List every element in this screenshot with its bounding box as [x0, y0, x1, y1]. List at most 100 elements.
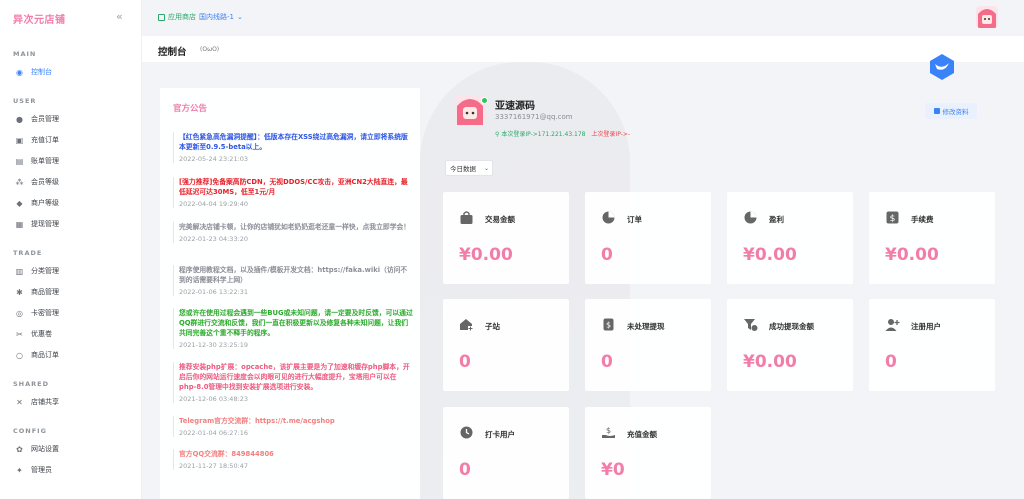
stat-label: 打卡用户 — [485, 430, 515, 439]
stat-label: 充值金额 — [627, 430, 657, 439]
edit-profile-button[interactable]: 修改资料 — [925, 103, 977, 119]
announcement-item[interactable]: 您或许在使用过程会遇到一些BUG或未知问题，请一定要及时反馈，可以通过QQ群进行… — [173, 308, 413, 349]
location-icon: ⚲ — [495, 131, 500, 138]
sidebar-item-coupons[interactable]: ✂ 优惠卷 — [15, 327, 52, 341]
sidebar-section-trade: TRADE — [13, 249, 43, 257]
double-chevron-left-icon[interactable]: « — [116, 10, 123, 23]
sidebar-item-member-levels[interactable]: ⁂ 会员等级 — [15, 175, 60, 189]
card-icon: ◎ — [16, 308, 23, 318]
profile-email: 3337161971@qq.com — [495, 113, 573, 121]
announcement-text: 官方QQ交流群：849844806 — [179, 450, 274, 458]
profile-name: 亚速源码 — [495, 101, 535, 112]
sidebar-item-goods[interactable]: ✱ 商品管理 — [15, 285, 59, 299]
user-icon: ● — [16, 114, 23, 124]
announcement-date: 2021-12-30 23:25:19 — [179, 341, 249, 349]
date-range-select[interactable]: 今日数据 ⌄ — [445, 160, 493, 176]
sidebar-item-label: 卡密管理 — [31, 309, 59, 317]
category-icon: ▥ — [15, 266, 24, 276]
page-title: 控制台 — [158, 47, 187, 58]
svg-text:$: $ — [890, 214, 896, 224]
chevron-down-icon: ⌄ — [484, 164, 490, 172]
sidebar-item-goods-orders[interactable]: ○ 商品订单 — [15, 348, 59, 362]
edit-icon — [933, 108, 940, 114]
announcement-item[interactable]: 程序使用教程文档，以及插件/模板开发文档：https://faka.wiki（访… — [173, 265, 413, 296]
sidebar-item-members[interactable]: ● 会员管理 — [15, 112, 59, 126]
edit-profile-label: 修改资料 — [942, 108, 969, 116]
stat-value: ¥0.00 — [743, 245, 797, 265]
sidebar-item-label: 分类管理 — [31, 267, 59, 275]
dashboard-icon: ◉ — [16, 67, 23, 77]
stat-value: 0 — [601, 352, 613, 372]
sidebar-section-user: USER — [13, 97, 37, 105]
avatar[interactable] — [976, 6, 998, 28]
stat-card-registered-users: 注册用户 0 — [869, 299, 995, 391]
announcement-item[interactable]: 推荐安装php扩展：opcache，该扩展主要是为了加速和缓存php脚本，开启后… — [173, 362, 413, 403]
announcement-item[interactable]: Telegram官方交流群：https://t.me/acgshop 2022-… — [173, 416, 413, 437]
stat-card-checkin-users: 打卡用户 0 — [443, 407, 569, 499]
filter-dollar-icon — [743, 317, 758, 332]
announcement-date: 2022-01-23 04:33:20 — [179, 235, 249, 243]
hand-money-icon: $ — [601, 425, 616, 440]
sidebar-item-site-settings[interactable]: ✿ 网站设置 — [15, 442, 59, 456]
wallet-icon: ▣ — [15, 135, 24, 145]
sidebar-item-label: 网站设置 — [31, 445, 59, 453]
stat-label: 手续费 — [911, 215, 934, 224]
announcement-item[interactable]: 完美解决店铺卡顿，让你的店铺犹如老奶奶逛老还童一样快，点我立即学会！ 2022-… — [173, 222, 413, 243]
announcement-date: 2022-01-06 13:22:31 — [179, 288, 249, 296]
sidebar-item-admins[interactable]: ✦ 管理员 — [15, 463, 52, 477]
store-label: 应用商店 — [168, 13, 196, 21]
announcement-text: Telegram官方交流群：https://t.me/acgshop — [179, 417, 335, 425]
sidebar-item-merchant-levels[interactable]: ◆ 商户等级 — [15, 196, 59, 210]
withdraw-icon: ▦ — [15, 219, 24, 229]
announcement-date: 2022-04-04 19:29:40 — [179, 200, 249, 208]
sidebar-item-label: 充值订单 — [31, 136, 59, 144]
stat-label: 成功提现金额 — [769, 322, 814, 331]
announcement-text: 完美解决店铺卡顿，让你的店铺犹如老奶奶逛老还童一样快，点我立即学会！ — [179, 223, 411, 231]
pie-chart-icon — [743, 210, 758, 225]
sidebar-item-categories[interactable]: ▥ 分类管理 — [15, 264, 59, 278]
stat-label: 交易金额 — [485, 215, 515, 224]
sidebar-item-shop-sharing[interactable]: ✕ 店铺共享 — [15, 395, 59, 409]
settings-icon: ✿ — [16, 444, 23, 454]
sidebar-item-card-keys[interactable]: ◎ 卡密管理 — [15, 306, 59, 320]
stat-card-sub-sites: 子站 0 — [443, 299, 569, 391]
sidebar-item-label: 控制台 — [31, 68, 52, 76]
share-icon: ⁂ — [15, 177, 24, 187]
sidebar-item-dashboard[interactable]: ◉ 控制台 — [15, 65, 52, 79]
announcement-date: 2021-12-06 03:48:23 — [179, 395, 249, 403]
chevron-down-icon: ⌄ — [236, 13, 243, 21]
clock-icon — [459, 425, 474, 440]
announcement-date: 2021-11-27 18:50:47 — [179, 462, 249, 470]
pie-chart-icon — [601, 210, 616, 225]
sidebar-item-label: 店铺共享 — [31, 398, 59, 406]
stat-label: 盈利 — [769, 215, 784, 224]
announcement-date: 2022-01-04 06:27:16 — [179, 429, 249, 437]
announcement-item[interactable]: 【红色紧急高危漏洞提醒】：低版本存在XSS绕过高危漏洞，请立即将系统版本更新至0… — [173, 132, 413, 163]
stat-card-trade-amount: 交易金额 ¥0.00 — [443, 192, 569, 284]
sidebar-item-bills[interactable]: ▤ 账单管理 — [15, 154, 59, 168]
shared-icon: ✕ — [16, 397, 23, 407]
current-login-ip: 本次登录IP->171.221.43.178 — [501, 131, 586, 138]
stat-value: 0 — [459, 460, 471, 480]
page-title-bar: 控制台 (OωO) — [142, 36, 1024, 62]
announcement-item[interactable]: 官方QQ交流群：849844806 2021-11-27 18:50:47 — [173, 449, 413, 470]
bill-icon: ▤ — [15, 156, 24, 166]
date-range-label: 今日数据 — [450, 165, 476, 173]
store-switcher[interactable]: 应用商店 国内线路-1 ⌄ — [158, 12, 243, 22]
sidebar-item-label: 优惠卷 — [31, 330, 52, 338]
svg-text:$: $ — [606, 426, 611, 435]
svg-text:$: $ — [606, 321, 611, 330]
announcement-text: 程序使用教程文档，以及插件/模板开发文档：https://faka.wiki（访… — [179, 266, 408, 284]
stat-value: 0 — [885, 352, 897, 372]
stat-card-recharge-amount: $ 充值金额 ¥0 — [585, 407, 711, 499]
stat-value: ¥0 — [601, 460, 625, 480]
store-icon — [158, 13, 165, 21]
sidebar-section-shared: SHARED — [13, 380, 49, 388]
announcement-item[interactable]: [强力推荐]免备案高防CDN，无视DDOS/CC攻击，亚洲CN2大陆直连，最低延… — [173, 177, 413, 208]
announcement-title: 官方公告 — [173, 104, 208, 114]
stat-value: 0 — [459, 352, 471, 372]
stat-card-profit: 盈利 ¥0.00 — [727, 192, 853, 284]
house-plus-icon — [459, 317, 474, 332]
sidebar-item-withdrawals[interactable]: ▦ 提现管理 — [15, 217, 59, 231]
sidebar-item-recharge-orders[interactable]: ▣ 充值订单 — [15, 133, 59, 147]
